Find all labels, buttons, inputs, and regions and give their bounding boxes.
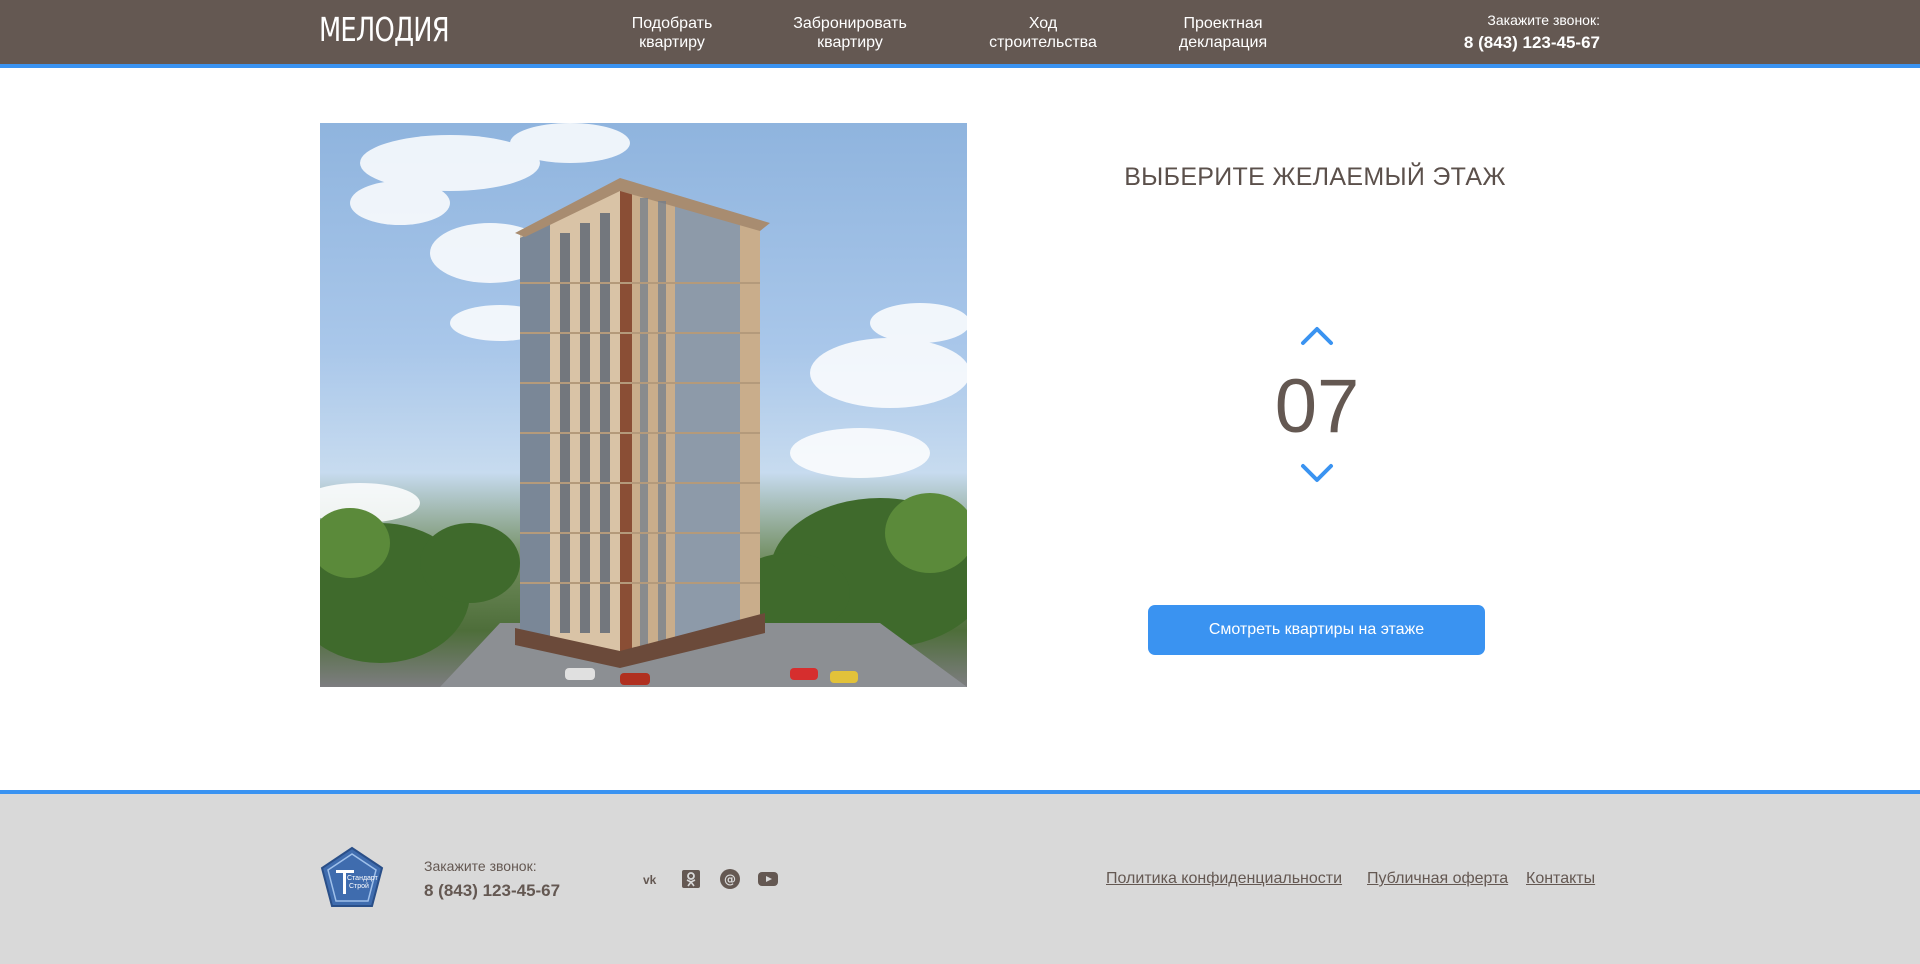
building-photo <box>320 123 967 687</box>
contacts-link[interactable]: Контакты <box>1526 870 1595 888</box>
floor-up-chevron-icon[interactable] <box>1300 324 1334 346</box>
header-phone[interactable]: 8 (843) 123-45-67 <box>1464 32 1600 54</box>
site-footer: Стандарт Строй Закажите звонок: 8 (843) … <box>0 790 1920 964</box>
nav-project-declaration[interactable]: Проектная декларация <box>1163 14 1283 52</box>
logo-text-line1: Стандарт <box>347 875 379 882</box>
footer-phone[interactable]: 8 (843) 123-45-67 <box>424 881 560 901</box>
site-header: МЕЛОДИЯ Подобрать квартиру Забронировать… <box>0 0 1920 68</box>
logo-text-line2: Строй <box>349 882 369 890</box>
floor-down-chevron-icon[interactable] <box>1300 463 1334 485</box>
nav-label-line2: декларация <box>1178 34 1268 51</box>
vk-icon[interactable]: vk <box>641 868 663 890</box>
youtube-icon[interactable] <box>757 868 779 890</box>
company-logo[interactable]: Стандарт Строй <box>320 846 384 908</box>
header-callback[interactable]: Закажите звонок: 8 (843) 123-45-67 <box>1464 12 1600 54</box>
nav-construction-progress[interactable]: Ход строительства <box>978 14 1108 52</box>
nav-label-line2: строительства <box>989 34 1097 51</box>
nav-choose-apartment[interactable]: Подобрать квартиру <box>622 14 722 52</box>
public-offer-link[interactable]: Публичная оферта <box>1367 870 1508 888</box>
footer-callback[interactable]: Закажите звонок: 8 (843) 123-45-67 <box>424 858 560 901</box>
odnoklassniki-icon[interactable] <box>680 868 702 890</box>
callback-label: Закажите звонок: <box>1487 12 1600 28</box>
privacy-policy-link[interactable]: Политика конфиденциальности <box>1106 870 1342 888</box>
view-floor-apartments-button[interactable]: Смотреть квартиры на этаже <box>1148 605 1485 655</box>
site-logo[interactable]: МЕЛОДИЯ <box>319 10 450 50</box>
nav-label-line1: Проектная <box>1183 15 1263 32</box>
nav-label-line1: Ход <box>1028 15 1058 32</box>
floor-picker-title: ВЫБЕРИТЕ ЖЕЛАЕМЫЙ ЭТАЖ <box>1124 163 1506 191</box>
nav-label-line2: квартиру <box>639 34 705 51</box>
svg-text:@: @ <box>724 873 736 887</box>
nav-label-line1: Забронировать <box>793 15 907 32</box>
building-illustration <box>320 123 967 687</box>
nav-book-apartment[interactable]: Забронировать квартиру <box>780 14 920 52</box>
svg-text:vk: vk <box>643 873 657 887</box>
floor-number: 07 <box>1274 364 1360 449</box>
mail-icon[interactable]: @ <box>719 868 741 890</box>
footer-callback-label: Закажите звонок: <box>424 858 537 874</box>
nav-label-line2: квартиру <box>817 34 883 51</box>
nav-label-line1: Подобрать <box>631 15 713 32</box>
